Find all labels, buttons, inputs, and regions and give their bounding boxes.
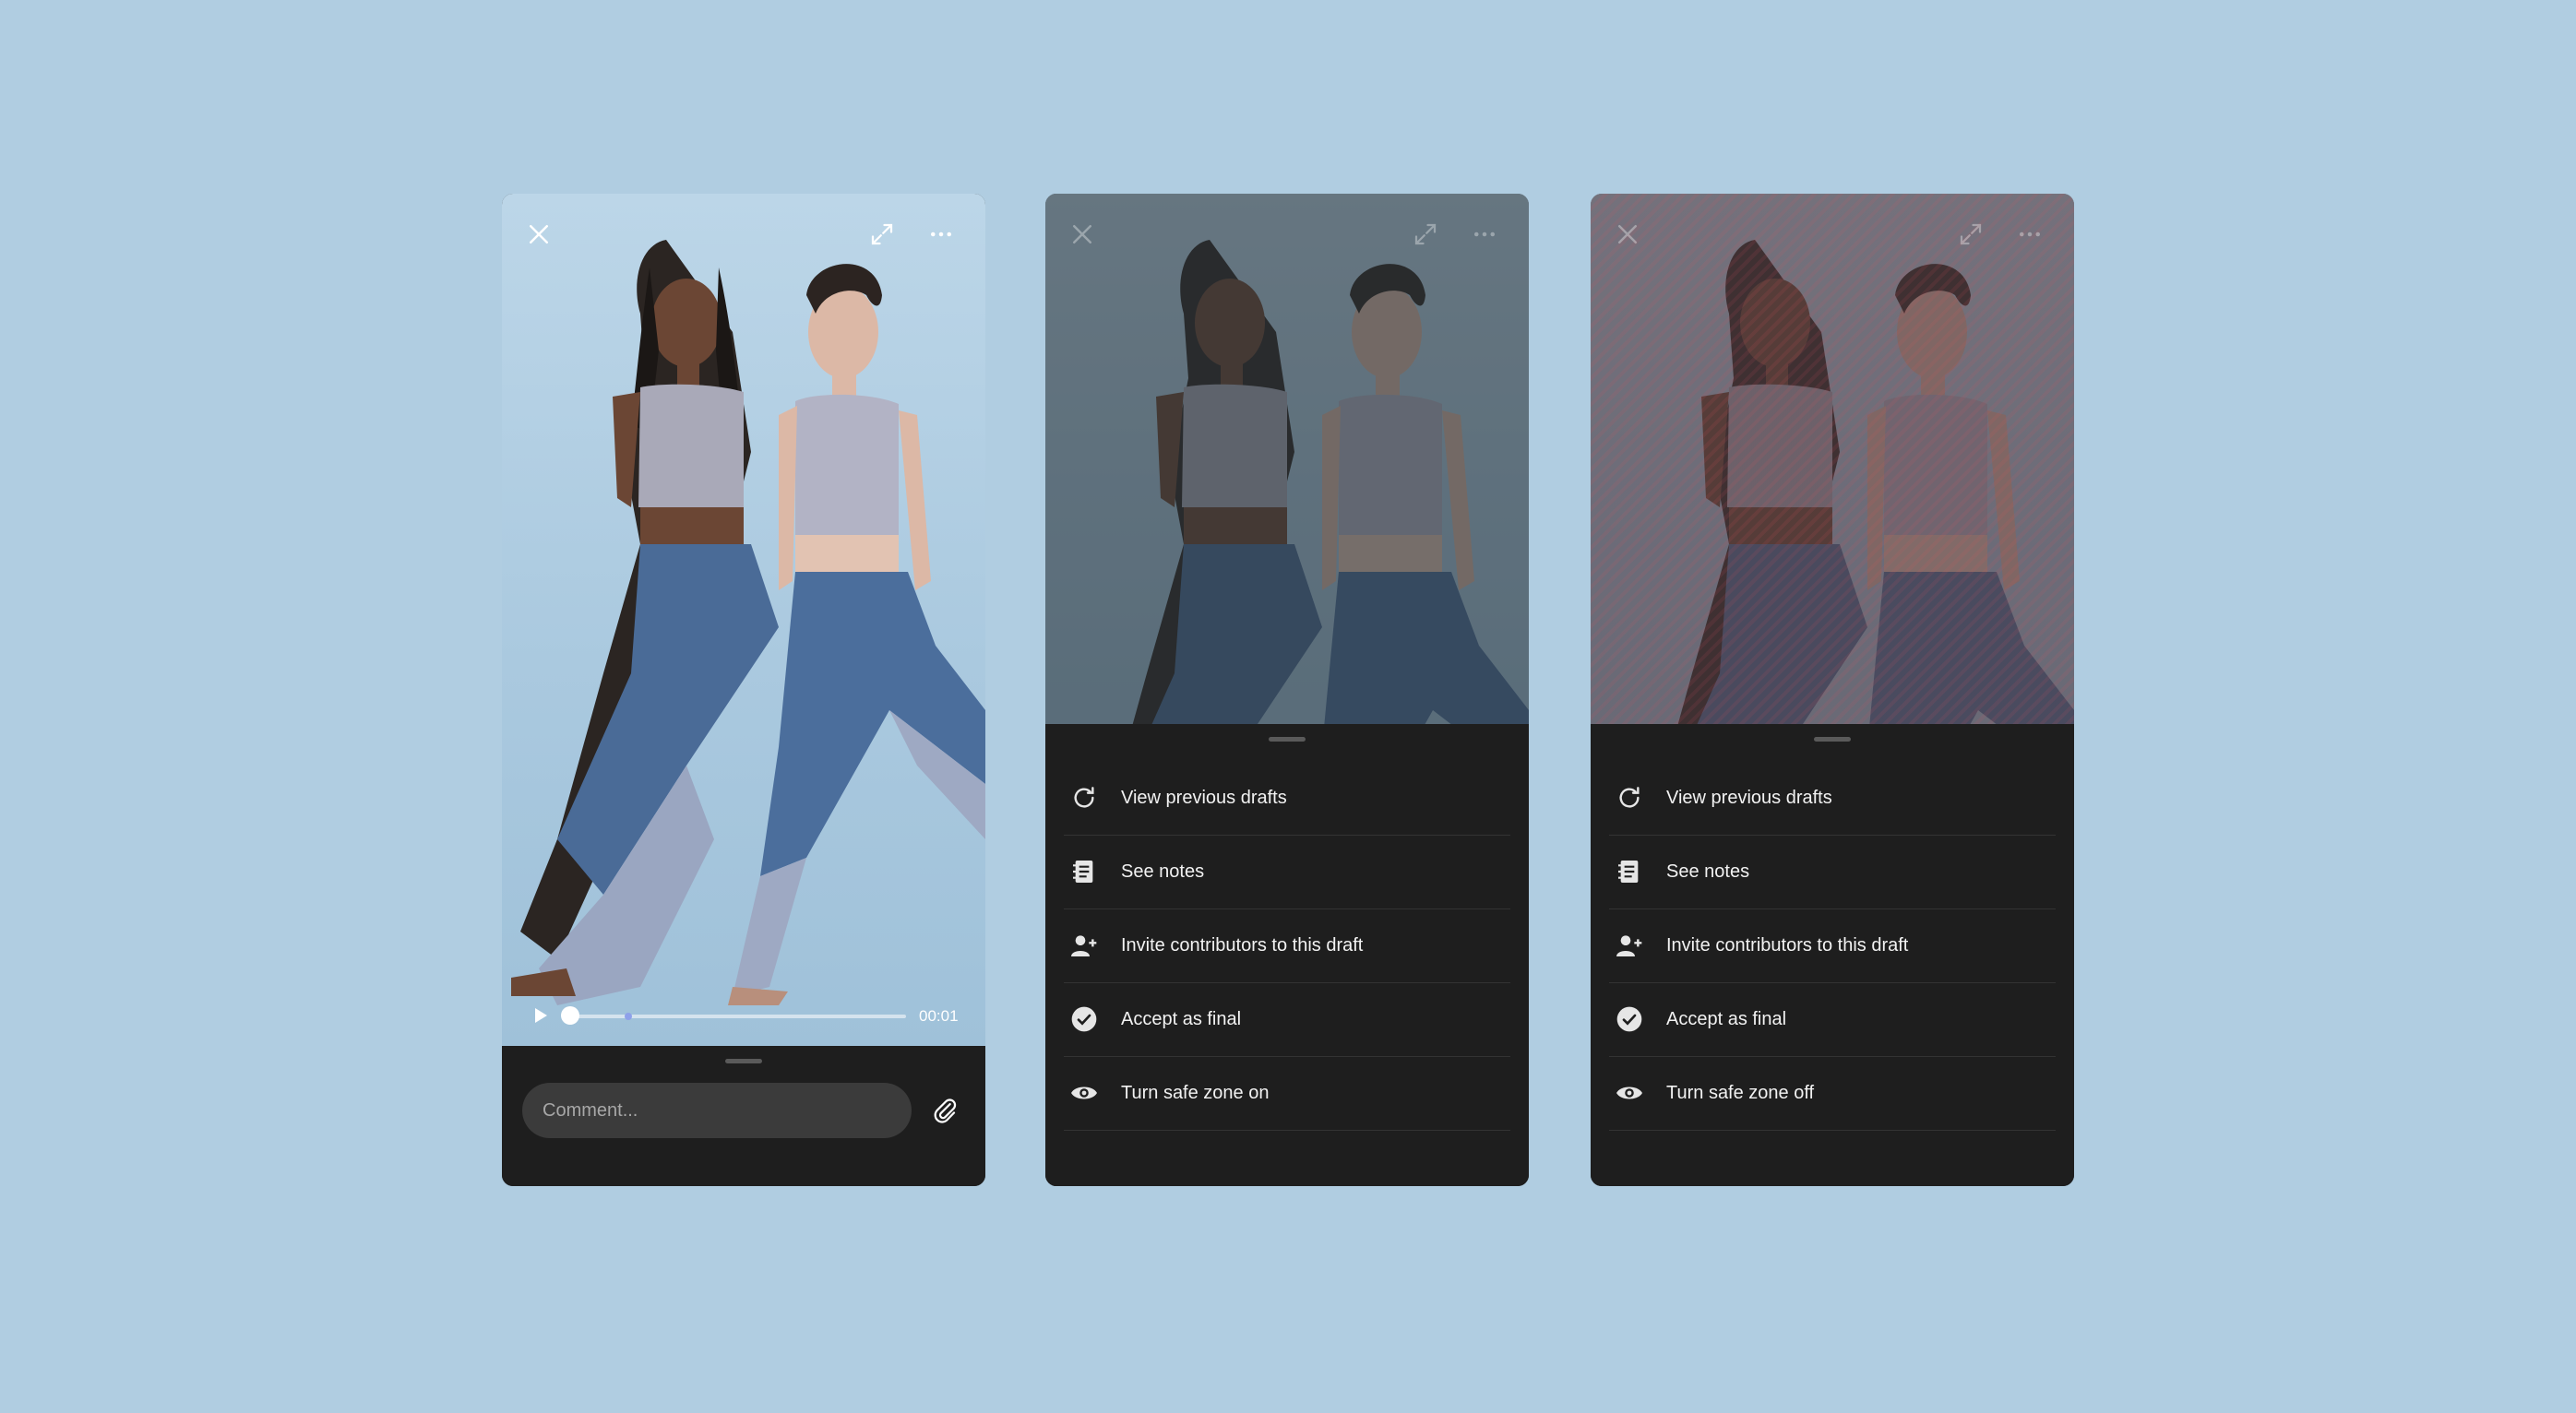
check-circle-icon (1064, 999, 1104, 1039)
menu-item-invite-contributors[interactable]: Invite contributors to this draft (1609, 908, 2056, 983)
add-user-icon (1609, 925, 1650, 966)
menu-item-label: Turn safe zone on (1121, 1082, 1270, 1103)
dim-overlay (1045, 194, 1529, 724)
menu-item-label: Invite contributors to this draft (1666, 934, 1909, 956)
options-menu: View previous drafts See notes Invite co… (1045, 724, 1529, 1186)
sheet-handle[interactable] (1269, 737, 1306, 742)
expand-icon[interactable] (858, 210, 906, 258)
expand-icon[interactable] (1401, 210, 1449, 258)
comment-marker[interactable] (625, 1013, 632, 1020)
time-readout: 00:01 (919, 1007, 959, 1025)
media-preview (1591, 194, 2074, 724)
play-icon[interactable] (524, 1000, 555, 1031)
safe-zone-overlay (1591, 194, 2074, 724)
menu-item-label: Accept as final (1121, 1008, 1242, 1029)
comment-sheet (502, 1046, 985, 1186)
progress-knob[interactable] (561, 1006, 579, 1025)
phone-screen-player: 00:01 (502, 194, 985, 1186)
menu-item-label: See notes (1666, 861, 1750, 882)
sheet-handle[interactable] (725, 1059, 762, 1063)
media-preview: 00:01 (502, 194, 985, 1046)
phone-screen-menu-safe-off: View previous drafts See notes Invite co… (1045, 194, 1529, 1186)
more-icon[interactable] (917, 210, 965, 258)
check-circle-icon (1609, 999, 1650, 1039)
menu-item-safe-zone-toggle[interactable]: Turn safe zone on (1064, 1056, 1510, 1131)
media-preview (1045, 194, 1529, 724)
close-icon[interactable] (1604, 210, 1652, 258)
notes-icon (1064, 851, 1104, 892)
menu-item-label: Turn safe zone off (1666, 1082, 1815, 1103)
options-menu: View previous drafts See notes Invite co… (1591, 724, 2074, 1186)
phone-screen-menu-safe-on: View previous drafts See notes Invite co… (1591, 194, 2074, 1186)
refresh-icon (1609, 778, 1650, 818)
menu-item-view-previous-drafts[interactable]: View previous drafts (1609, 761, 2056, 836)
expand-icon[interactable] (1947, 210, 1995, 258)
photo-two-women (511, 240, 985, 1005)
menu-item-label: View previous drafts (1121, 787, 1287, 808)
menu-item-accept-as-final[interactable]: Accept as final (1064, 982, 1510, 1057)
eye-icon (1609, 1073, 1650, 1113)
menu-item-see-notes[interactable]: See notes (1609, 835, 2056, 909)
menu-item-safe-zone-toggle[interactable]: Turn safe zone off (1609, 1056, 2056, 1131)
menu-item-invite-contributors[interactable]: Invite contributors to this draft (1064, 908, 1510, 983)
menu-item-view-previous-drafts[interactable]: View previous drafts (1064, 761, 1510, 836)
close-icon[interactable] (515, 210, 563, 258)
menu-item-label: View previous drafts (1666, 787, 1832, 808)
menu-item-see-notes[interactable]: See notes (1064, 835, 1510, 909)
eye-icon (1064, 1073, 1104, 1113)
menu-item-accept-as-final[interactable]: Accept as final (1609, 982, 2056, 1057)
close-icon[interactable] (1058, 210, 1106, 258)
add-user-icon (1064, 925, 1104, 966)
refresh-icon (1064, 778, 1104, 818)
more-icon[interactable] (1461, 210, 1509, 258)
paperclip-icon[interactable] (923, 1088, 967, 1133)
notes-icon (1609, 851, 1650, 892)
menu-item-label: See notes (1121, 861, 1205, 882)
menu-item-label: Accept as final (1666, 1008, 1787, 1029)
progress-track[interactable] (570, 1015, 906, 1018)
menu-item-label: Invite contributors to this draft (1121, 934, 1364, 956)
more-icon[interactable] (2006, 210, 2054, 258)
sheet-handle[interactable] (1814, 737, 1851, 742)
comment-input[interactable] (522, 1083, 912, 1138)
